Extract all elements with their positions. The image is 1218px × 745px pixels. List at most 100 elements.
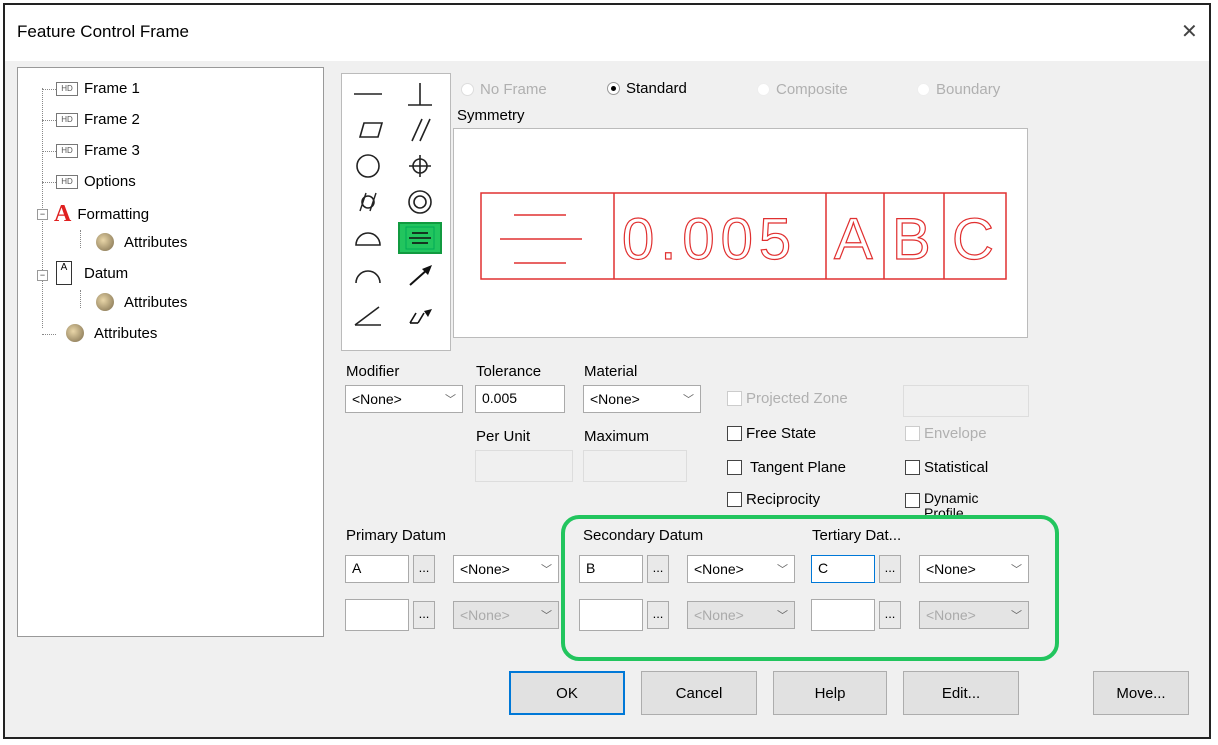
radio-indicator [607,82,620,95]
checkbox-label: Free State [746,425,817,442]
parallelism-button[interactable] [398,114,442,146]
tree-item-formatting[interactable]: A Formatting [54,201,149,228]
free-state-checkbox[interactable]: Free State [727,425,816,442]
perpendicularity-icon [408,83,432,106]
tree-line [42,88,43,328]
title-bar: Feature Control Frame ✕ [5,5,1209,61]
symmetry-label: Symmetry [457,107,525,124]
attributes-icon [96,293,114,311]
position-button[interactable] [398,150,442,182]
chevron-down-icon: ﹀ [683,394,694,406]
tree-item-label: Attributes [94,324,158,342]
material-value: <None> [590,391,640,407]
symmetry-button[interactable] [398,222,442,254]
profile-line-button[interactable] [346,260,390,292]
datum-expander[interactable]: − [37,270,48,281]
tree-item-attributes[interactable]: Attributes [66,324,157,342]
modifier-value: <None> [352,391,402,407]
projected-zone-input[interactable] [903,385,1029,417]
no-frame-radio[interactable]: No Frame [461,81,547,98]
tree-item-options[interactable]: HD Options [56,173,136,190]
tree-item-label: Datum [84,264,129,282]
profile-line-icon [355,270,381,284]
radio-label: No Frame [480,81,547,98]
total-runout-button[interactable] [398,300,442,332]
primary-datum-2-browse-button[interactable]: ... [413,601,435,629]
ok-button[interactable]: OK [509,671,625,715]
cancel-button[interactable]: Cancel [641,671,757,715]
tolerance-label: Tolerance [476,363,542,380]
modifier-combo[interactable]: <None> ﹀ [345,385,463,413]
primary-datum-modifier-combo[interactable]: <None> ﹀ [453,555,559,583]
angularity-icon [354,306,381,326]
edit-button[interactable]: Edit... [903,671,1019,715]
profile-surface-button[interactable] [346,222,390,254]
combo-value: <None> [460,561,510,577]
straightness-icon [354,93,382,95]
tree-item-label: Frame 3 [84,142,140,159]
frame-tree: HD Frame 1 HD Frame 2 HD Frame 3 HD Opti… [17,67,324,637]
attributes-icon [66,324,84,342]
primary-datum-2-modifier-combo[interactable]: <None> ﹀ [453,601,559,629]
checkbox-label: Statistical [924,459,989,476]
frame-icon: HD [56,112,78,127]
help-button[interactable]: Help [773,671,887,715]
tree-line [42,89,56,90]
cylindricity-button[interactable] [346,186,390,218]
reciprocity-checkbox[interactable]: Reciprocity [727,491,820,508]
checkbox-box [727,391,742,406]
tree-item-label: Attributes [124,233,188,251]
circular-runout-button[interactable] [398,260,442,292]
checkbox-box [727,460,742,475]
circularity-icon [356,154,380,178]
composite-radio[interactable]: Composite [757,81,848,98]
radio-indicator [917,83,930,96]
primary-datum-2-input[interactable] [345,599,409,631]
tree-line [42,182,56,183]
tree-line [80,230,81,248]
straightness-button[interactable] [346,78,390,110]
concentricity-button[interactable] [398,186,442,218]
dialog-title: Feature Control Frame [17,22,189,41]
envelope-checkbox[interactable]: Envelope [905,425,987,442]
tree-item-frame-3[interactable]: HD Frame 3 [56,142,140,159]
tree-item-datum[interactable]: A Datum [56,261,128,285]
preview-datum-c: C [952,207,994,272]
primary-datum-browse-button[interactable]: ... [413,555,435,583]
tree-item-formatting-attributes[interactable]: Attributes [96,233,187,251]
feature-control-frame-dialog: Feature Control Frame ✕ HD Frame 1 HD Fr… [3,3,1211,739]
primary-datum-label: Primary Datum [346,527,447,544]
frame-icon: HD [56,143,78,158]
projected-zone-checkbox[interactable]: Projected Zone [727,390,848,407]
boundary-radio[interactable]: Boundary [917,81,1000,98]
material-label: Material [584,363,638,380]
frame-preview: 0.005 A B C [453,128,1028,338]
flatness-button[interactable] [346,114,390,146]
tree-item-label: Frame 2 [84,111,140,128]
tangent-plane-checkbox[interactable]: Tangent Plane [727,459,846,476]
formatting-expander[interactable]: − [37,209,48,220]
tree-item-frame-1[interactable]: HD Frame 1 [56,80,140,97]
close-icon[interactable]: ✕ [1181,19,1198,44]
maximum-input[interactable] [583,450,687,482]
radio-indicator [757,83,770,96]
tolerance-input[interactable]: 0.005 [475,385,565,413]
frame-preview-drawing: 0.005 A B C [480,192,1007,280]
per-unit-label: Per Unit [476,428,531,445]
angularity-button[interactable] [346,300,390,332]
concentricity-icon [408,190,432,214]
checkbox-box [727,492,742,507]
primary-datum-input[interactable]: A [345,555,409,583]
checkbox-label: Reciprocity [746,491,821,508]
perpendicularity-button[interactable] [398,78,442,110]
tree-line [42,151,56,152]
standard-radio[interactable]: Standard [607,80,687,97]
move-button[interactable]: Move... [1093,671,1189,715]
per-unit-input[interactable] [475,450,573,482]
statistical-checkbox[interactable]: Statistical [905,459,988,476]
tree-item-frame-2[interactable]: HD Frame 2 [56,111,140,128]
tree-item-datum-attributes[interactable]: Attributes [96,293,187,311]
circularity-button[interactable] [346,150,390,182]
material-combo[interactable]: <None> ﹀ [583,385,701,413]
preview-datum-a: A [834,207,873,272]
